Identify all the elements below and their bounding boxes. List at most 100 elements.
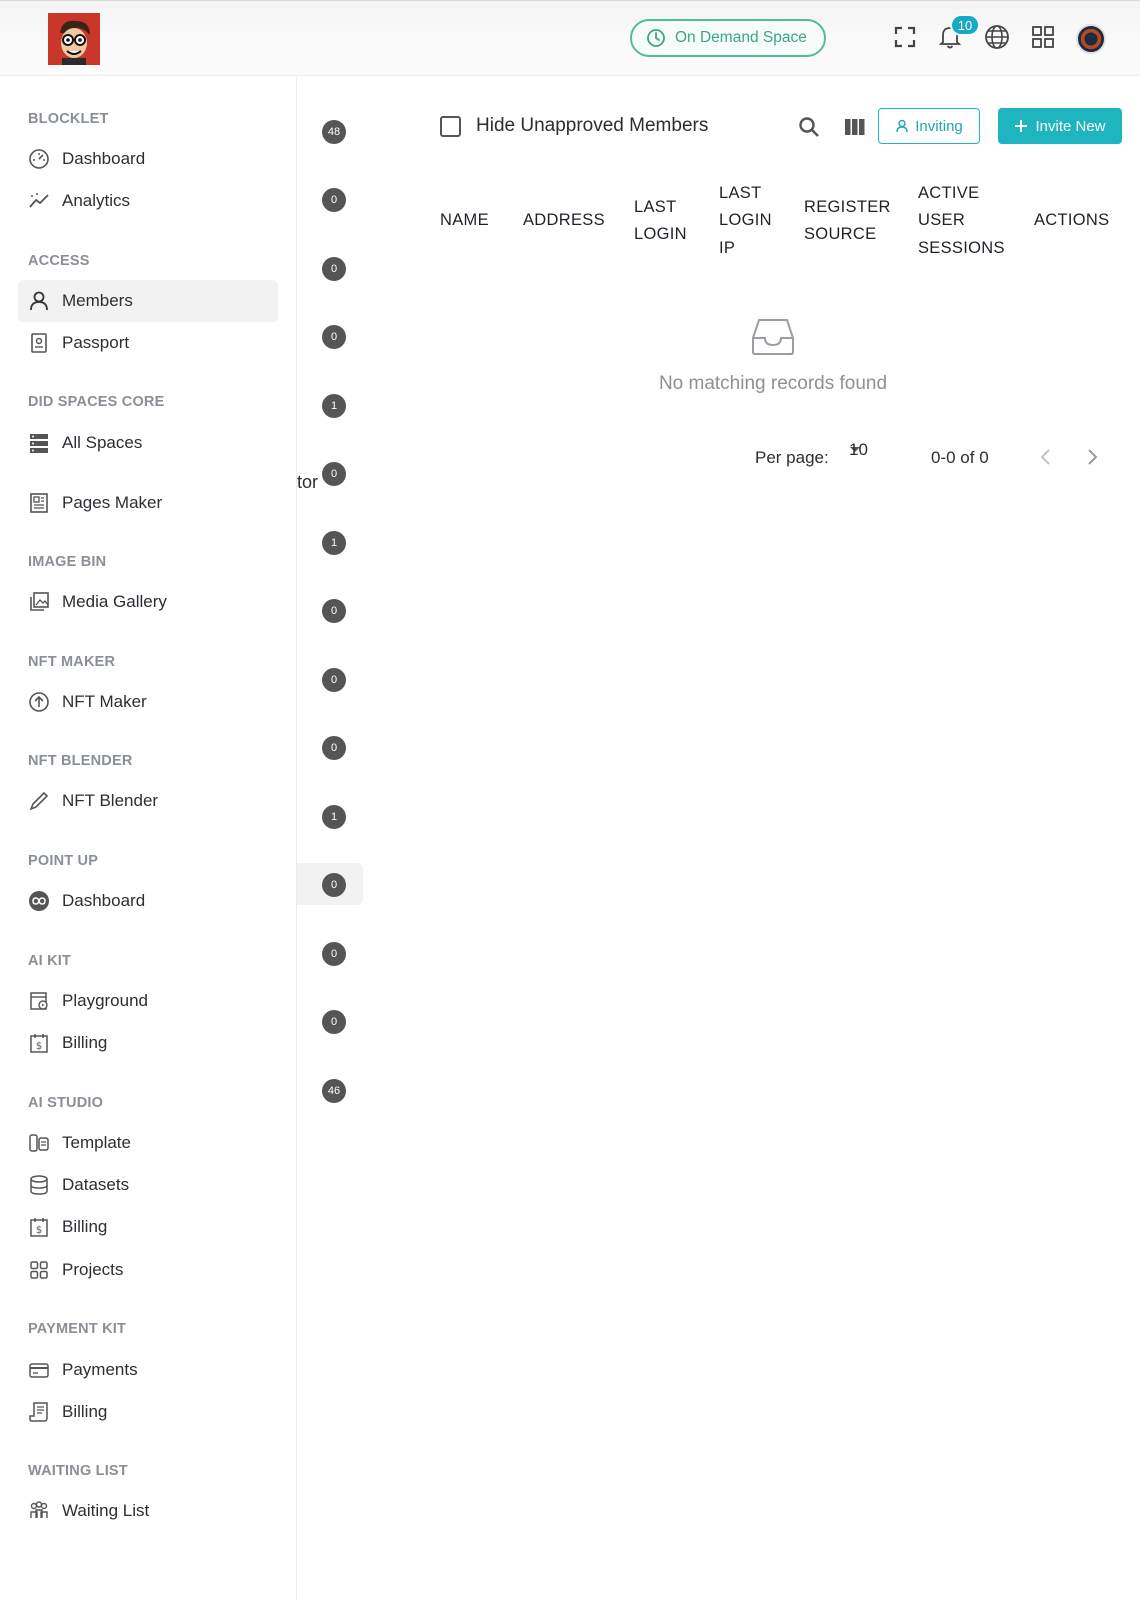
sidebar-item-label: Billing	[62, 1217, 108, 1236]
column-header-name[interactable]: NAME	[440, 178, 520, 264]
section-title-ai-kit: AI KIT	[28, 953, 72, 969]
clipped-role-label: tor	[297, 472, 319, 492]
sidebar-item-template[interactable]: Template	[18, 1122, 278, 1164]
sidebar: BLOCKLET Dashboard Analytics ACCESS Memb…	[0, 77, 297, 1600]
svg-text:$: $	[36, 1041, 42, 1052]
sidebar-item-label: Media Gallery	[62, 592, 167, 611]
per-page-label: Per page:	[755, 448, 829, 467]
column-header-actions[interactable]: ACTIONS	[1034, 178, 1120, 264]
globe-icon[interactable]	[981, 21, 1013, 53]
sidebar-item-label: All Spaces	[62, 433, 143, 452]
card-icon	[28, 1359, 50, 1381]
sidebar-item-media-gallery[interactable]: Media Gallery	[18, 581, 278, 623]
role-count-badge[interactable]: 0	[322, 1010, 346, 1034]
role-count-badge[interactable]: 0	[322, 668, 346, 692]
space-label: On Demand Space	[675, 29, 807, 46]
sidebar-item-pages-maker[interactable]: Pages Maker	[18, 482, 278, 524]
sidebar-item-payments[interactable]: Payments	[18, 1349, 278, 1391]
section-title-ai-studio: AI STUDIO	[28, 1095, 104, 1111]
on-demand-space-button[interactable]: On Demand Space	[630, 19, 826, 57]
column-header-register-source[interactable]: REGISTER SOURCE	[804, 178, 904, 264]
sidebar-item-label: Dashboard	[62, 149, 146, 168]
hide-unapproved-checkbox[interactable]	[440, 116, 461, 137]
role-count-badge[interactable]: 0	[322, 325, 346, 349]
sidebar-item-ai-studio-billing[interactable]: $ Billing	[18, 1206, 278, 1248]
section-title-payment-kit: PAYMENT KIT	[28, 1321, 127, 1337]
sidebar-item-all-spaces[interactable]: All Spaces	[18, 422, 278, 464]
per-page-select[interactable]: 10	[849, 440, 868, 459]
role-count-badge[interactable]: 46	[322, 1079, 346, 1103]
sidebar-item-label: NFT Blender	[62, 791, 159, 810]
gallery-icon	[28, 591, 50, 613]
people-icon	[28, 1500, 50, 1522]
members-toolbar: Hide Unapproved Members Inviting Invite …	[440, 106, 1122, 146]
sidebar-item-projects[interactable]: Projects	[18, 1249, 278, 1291]
role-count-badge[interactable]: 0	[322, 257, 346, 281]
app-logo[interactable]	[48, 13, 100, 65]
inviting-button[interactable]: Inviting	[878, 108, 980, 144]
sidebar-item-label: NFT Maker	[62, 692, 147, 711]
role-count-badge[interactable]: 1	[322, 531, 346, 555]
sidebar-item-playground[interactable]: Playground	[18, 980, 278, 1022]
role-count-badge[interactable]: 1	[322, 394, 346, 418]
page-range: 0-0 of 0	[931, 448, 989, 467]
sidebar-item-label: Members	[62, 291, 133, 310]
sidebar-item-analytics[interactable]: Analytics	[18, 180, 278, 222]
sidebar-item-nft-blender[interactable]: NFT Blender	[18, 780, 278, 822]
database-icon	[28, 1174, 50, 1196]
notification-badge: 10	[950, 14, 980, 36]
sidebar-item-payment-billing[interactable]: Billing	[18, 1391, 278, 1433]
invite-new-button[interactable]: Invite New	[998, 108, 1122, 144]
section-title-access: ACCESS	[28, 253, 90, 269]
empty-message: No matching records found	[658, 373, 888, 394]
role-count-badge[interactable]: 0	[322, 462, 346, 486]
dashboard-icon	[28, 148, 50, 170]
infinity-icon	[28, 890, 50, 912]
section-title-point-up: POINT UP	[28, 853, 99, 869]
column-header-address[interactable]: ADDRESS	[523, 178, 615, 264]
svg-text:$: $	[36, 1225, 42, 1236]
fullscreen-icon[interactable]	[889, 21, 921, 53]
sidebar-item-members[interactable]: Members	[18, 280, 278, 322]
role-count-badge[interactable]: 0	[322, 599, 346, 623]
sidebar-item-datasets[interactable]: Datasets	[18, 1164, 278, 1206]
section-title-did-spaces-core: DID SPACES CORE	[28, 394, 165, 410]
plus-icon	[1015, 120, 1028, 132]
cartoon-face-logo-icon	[48, 13, 100, 65]
chevron-left-icon[interactable]	[1039, 446, 1053, 473]
role-count-badge[interactable]: 0	[322, 873, 346, 897]
view-columns-icon[interactable]	[840, 112, 870, 142]
sidebar-item-nft-maker[interactable]: NFT Maker	[18, 681, 278, 723]
user-icon	[28, 290, 50, 312]
sidebar-item-label: Dashboard	[62, 891, 146, 910]
sidebar-item-label: Datasets	[62, 1175, 130, 1194]
chevron-right-icon[interactable]	[1085, 446, 1099, 473]
section-title-image-bin: IMAGE BIN	[28, 554, 107, 570]
pagination: Per page: 10 0-0 of 0	[755, 440, 1105, 473]
role-count-badge[interactable]: 0	[322, 942, 346, 966]
user-avatar[interactable]	[1076, 24, 1106, 54]
sidebar-item-waiting-list[interactable]: Waiting List	[18, 1490, 278, 1532]
apps-grid-icon[interactable]	[1027, 21, 1059, 53]
role-count-badge[interactable]: 0	[322, 736, 346, 760]
section-title-waiting-list: WAITING LIST	[28, 1463, 128, 1479]
sidebar-item-ai-kit-billing[interactable]: $ Billing	[18, 1022, 278, 1064]
column-header-last-login-ip[interactable]: LAST LOGIN IP	[719, 178, 781, 264]
role-count-column: 48 0 0 0 1 0 1 0 0 0 1 0 0 0 46	[297, 77, 367, 1600]
role-count-badge[interactable]: 0	[322, 188, 346, 212]
billing-icon: $	[28, 1032, 50, 1054]
section-title-nft-maker: NFT MAKER	[28, 654, 116, 670]
receipt-icon	[28, 1401, 50, 1423]
hide-unapproved-label[interactable]: Hide Unapproved Members	[476, 115, 708, 137]
inbox-icon	[752, 319, 794, 355]
role-count-badge[interactable]: 48	[322, 120, 346, 144]
sidebar-item-dashboard[interactable]: Dashboard	[18, 138, 278, 180]
role-count-badge[interactable]: 1	[322, 805, 346, 829]
sidebar-item-label: Analytics	[62, 191, 131, 210]
column-header-active-user-sessions[interactable]: ACTIVE USER SESSIONS	[918, 178, 1018, 264]
search-icon[interactable]	[794, 112, 824, 142]
section-title-blocklet: BLOCKLET	[28, 111, 109, 127]
sidebar-item-passport[interactable]: Passport	[18, 322, 278, 364]
column-header-last-login[interactable]: LAST LOGIN	[634, 178, 704, 264]
sidebar-item-point-up-dashboard[interactable]: Dashboard	[18, 880, 278, 922]
